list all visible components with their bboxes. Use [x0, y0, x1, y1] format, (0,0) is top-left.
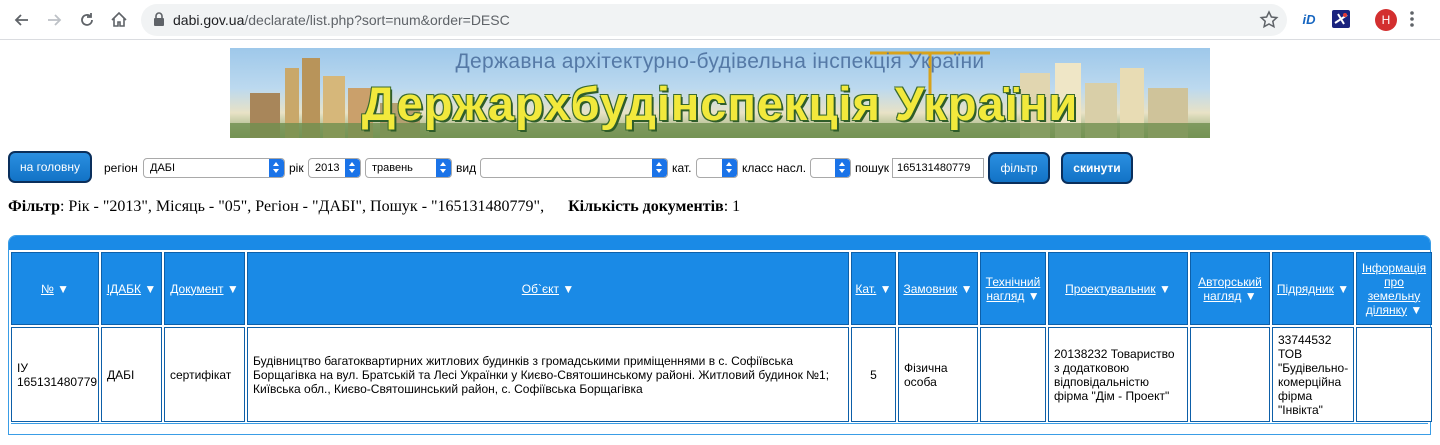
browser-toolbar: dabi.gov.ua/declarate/list.php?sort=num&… [0, 0, 1440, 40]
month-select[interactable]: травень [365, 158, 452, 178]
home-button[interactable]: на головну [8, 151, 92, 183]
sort-triangle-icon[interactable]: ▼ [1245, 289, 1257, 303]
bookmark-star-icon[interactable] [1259, 10, 1279, 35]
year-label: рік [289, 161, 304, 175]
extension-plane-icon[interactable] [1332, 10, 1350, 28]
select-arrows-icon [722, 159, 737, 177]
sort-triangle-icon[interactable]: ▼ [1159, 282, 1171, 296]
more-menu-icon[interactable] [1410, 10, 1414, 33]
column-header-idabk[interactable]: ІДАБК ▼ [101, 252, 162, 325]
sort-triangle-icon[interactable]: ▼ [227, 282, 239, 296]
table-row: ІУ 165131480779 ДАБІ сертифікат Будівниц… [11, 327, 1432, 422]
sort-triangle-icon[interactable]: ▼ [1028, 289, 1040, 303]
column-header-contractor[interactable]: Підрядник ▼ [1272, 252, 1354, 325]
search-label: пошук [855, 161, 890, 175]
column-header-land-info[interactable]: Інформація про земельну ділянку ▼ [1356, 252, 1432, 325]
cell-customer: Фізична особа [898, 327, 978, 422]
category-select[interactable] [696, 158, 738, 178]
back-arrow-icon[interactable] [10, 8, 34, 32]
column-header-category[interactable]: Кат. ▼ [851, 252, 896, 325]
table-top-bar [9, 236, 1430, 250]
extension-id-icon[interactable]: iD [1299, 10, 1319, 30]
table-bottom-border [11, 423, 1428, 431]
region-label: регіон [104, 161, 138, 175]
class-select[interactable] [810, 158, 851, 178]
filter-summary: Фільтр: Рік - "2013", Місяць - "05", Рег… [8, 198, 740, 216]
filter-button[interactable]: фільтр [988, 152, 1050, 184]
document-count-label: Кількість документів [568, 198, 724, 215]
select-arrows-icon [436, 159, 451, 177]
profile-avatar[interactable]: H [1375, 9, 1397, 31]
home-icon[interactable] [107, 8, 131, 32]
class-label: класс насл. [742, 161, 807, 175]
cell-contractor: 33744532 ТОВ "Будівельно-комерційна фірм… [1272, 327, 1354, 422]
category-label: кат. [672, 161, 692, 175]
select-arrows-icon [652, 159, 667, 177]
cell-author-supervision [1190, 327, 1270, 422]
address-bar[interactable]: dabi.gov.ua/declarate/list.php?sort=num&… [141, 4, 1287, 36]
search-input[interactable] [892, 158, 984, 178]
year-select[interactable]: 2013 [308, 158, 361, 178]
cell-tech-supervision [980, 327, 1046, 422]
sort-triangle-icon[interactable]: ▼ [880, 282, 892, 296]
results-table: № ▼ ІДАБК ▼ Документ ▼ Об`єкт ▼ Кат. ▼ З… [9, 250, 1434, 424]
banner-title: Держархбудінспекція України [361, 77, 1079, 130]
forward-arrow-icon[interactable] [42, 8, 66, 32]
cell-land-info [1356, 327, 1432, 422]
cell-designer: 20138232 Товариство з додатковою відпові… [1048, 327, 1188, 422]
sort-triangle-icon[interactable]: ▼ [1337, 282, 1349, 296]
column-header-num[interactable]: № ▼ [11, 252, 99, 325]
filter-summary-label: Фільтр [8, 198, 60, 215]
select-arrows-icon [345, 159, 360, 177]
select-arrows-icon [835, 159, 850, 177]
site-banner: Державна архітектурно-будівельна інспекц… [230, 48, 1210, 138]
cell-category: 5 [851, 327, 896, 422]
column-header-tech-supervision[interactable]: Технічний нагляд ▼ [980, 252, 1046, 325]
column-header-object[interactable]: Об`єкт ▼ [247, 252, 849, 325]
sort-triangle-icon[interactable]: ▼ [1410, 303, 1422, 317]
column-header-customer[interactable]: Замовник ▼ [898, 252, 978, 325]
results-table-container: № ▼ ІДАБК ▼ Документ ▼ Об`єкт ▼ Кат. ▼ З… [8, 235, 1434, 435]
column-header-designer[interactable]: Проектувальник ▼ [1048, 252, 1188, 325]
filter-summary-text: : Рік - "2013", Місяць - "05", Регіон - … [59, 198, 545, 215]
reload-icon[interactable] [75, 8, 99, 32]
sort-triangle-icon[interactable]: ▼ [562, 282, 574, 296]
sort-triangle-icon[interactable]: ▼ [961, 282, 973, 296]
table-header-row: № ▼ ІДАБК ▼ Документ ▼ Об`єкт ▼ Кат. ▼ З… [11, 252, 1432, 325]
type-label: вид [456, 161, 477, 175]
banner-subtitle: Державна архітектурно-будівельна інспекц… [455, 50, 985, 73]
lock-icon [153, 12, 165, 31]
cell-object: Будівництво багатоквартирних житлових бу… [247, 327, 849, 422]
sort-triangle-icon[interactable]: ▼ [57, 282, 69, 296]
column-header-author-supervision[interactable]: Авторський нагляд ▼ [1190, 252, 1270, 325]
sort-triangle-icon[interactable]: ▼ [144, 282, 156, 296]
column-header-document[interactable]: Документ ▼ [164, 252, 245, 325]
region-select[interactable]: ДАБІ [143, 158, 285, 178]
cell-idabk: ДАБІ [101, 327, 162, 422]
reset-button[interactable]: скинути [1061, 152, 1133, 184]
cell-document: сертифікат [164, 327, 245, 422]
select-arrows-icon [269, 159, 284, 177]
url-text[interactable]: dabi.gov.ua/declarate/list.php?sort=num&… [173, 4, 510, 36]
cell-num: ІУ 165131480779 [11, 327, 99, 422]
document-count-value: : 1 [723, 198, 741, 215]
type-select[interactable] [480, 158, 668, 178]
